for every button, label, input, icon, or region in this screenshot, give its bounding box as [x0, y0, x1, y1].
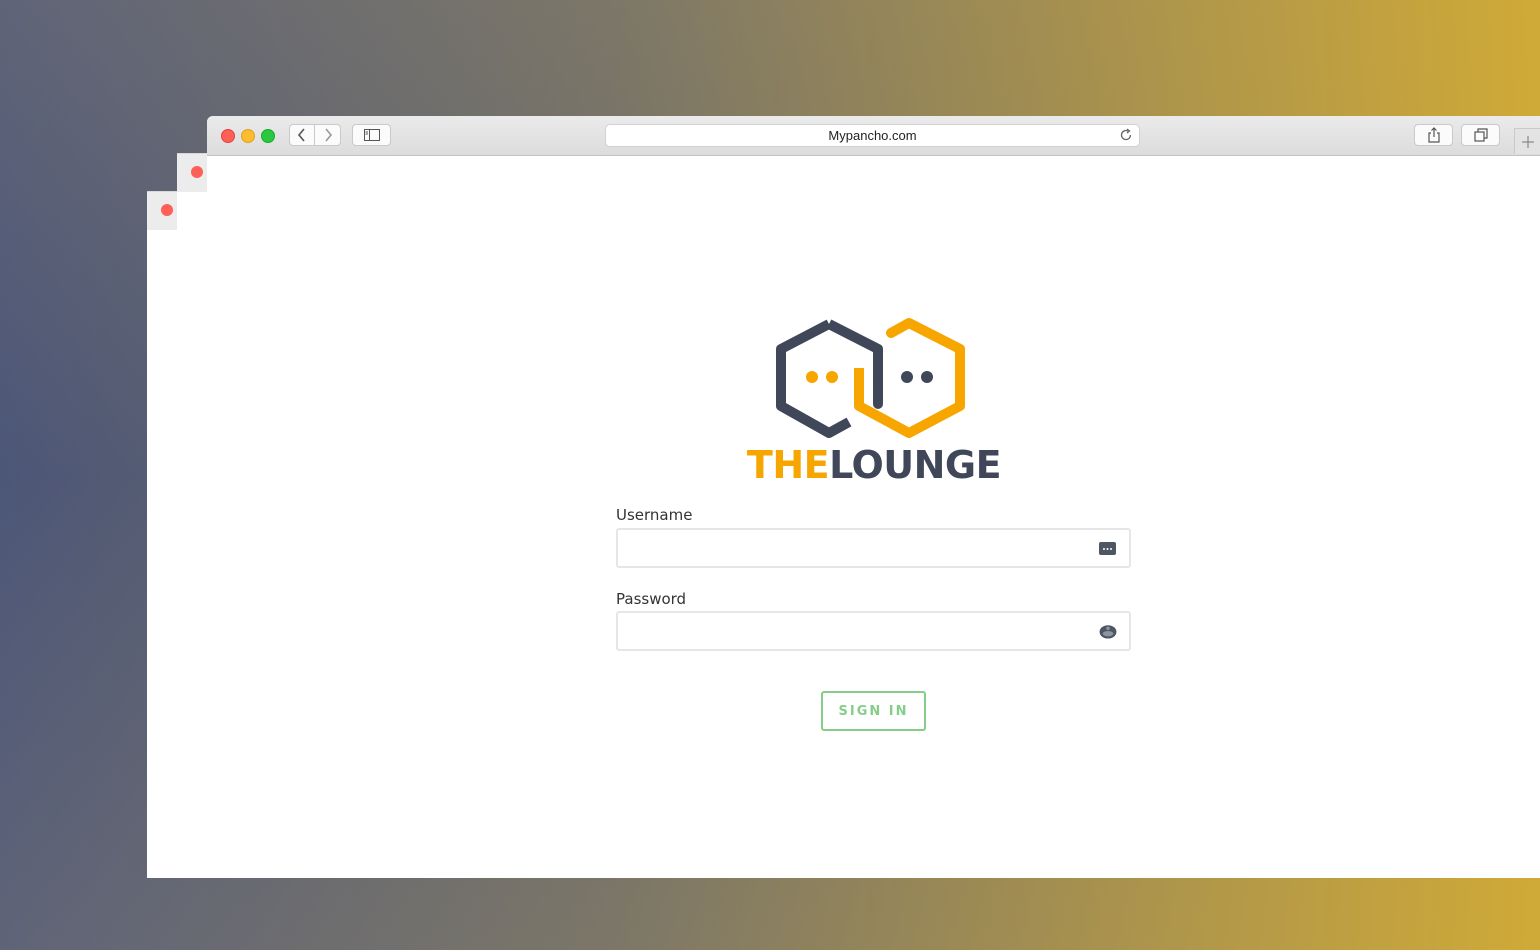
forward-button[interactable] — [315, 124, 341, 146]
username-field-wrapper — [616, 528, 1131, 568]
username-input[interactable] — [618, 530, 1108, 566]
brand-lounge: LOUNGE — [829, 443, 1002, 487]
autofill-card-icon[interactable] — [1099, 540, 1117, 556]
password-label: Password — [616, 590, 687, 608]
address-bar[interactable]: Mypancho.com — [605, 124, 1140, 147]
key-autofill-icon[interactable] — [1099, 623, 1117, 639]
share-icon — [1427, 127, 1440, 143]
sidebar-icon — [363, 129, 380, 141]
sign-in-button[interactable]: SIGN IN — [821, 691, 926, 731]
brand-wordmark: THELOUNGE — [741, 443, 1007, 487]
minimize-window-button[interactable] — [241, 129, 255, 143]
show-tabs-button[interactable] — [1461, 124, 1500, 146]
brand-the: THE — [746, 443, 830, 487]
plus-icon — [1521, 135, 1534, 148]
browser-toolbar: Mypancho.com — [207, 116, 1540, 156]
chevron-right-icon — [324, 128, 332, 142]
reload-icon — [1120, 128, 1132, 141]
address-text: Mypancho.com — [828, 128, 917, 143]
password-field-wrapper — [616, 611, 1131, 651]
username-label: Username — [616, 506, 693, 524]
sidebar-toggle-button[interactable] — [352, 124, 391, 146]
zoom-window-button[interactable] — [261, 129, 275, 143]
new-tab-button[interactable] — [1514, 128, 1540, 154]
close-window-button[interactable] — [221, 129, 235, 143]
tabs-icon — [1473, 128, 1488, 142]
browser-window: Mypancho.com THELOUNGE Username Password… — [207, 116, 1540, 878]
history-nav — [289, 124, 341, 146]
back-button[interactable] — [289, 124, 315, 146]
share-button[interactable] — [1414, 124, 1453, 146]
reload-button[interactable] — [1119, 128, 1133, 145]
chevron-left-icon — [297, 128, 305, 142]
close-dot-icon[interactable] — [161, 204, 173, 216]
password-input[interactable] — [618, 613, 1108, 649]
close-dot-icon[interactable] — [191, 166, 203, 178]
